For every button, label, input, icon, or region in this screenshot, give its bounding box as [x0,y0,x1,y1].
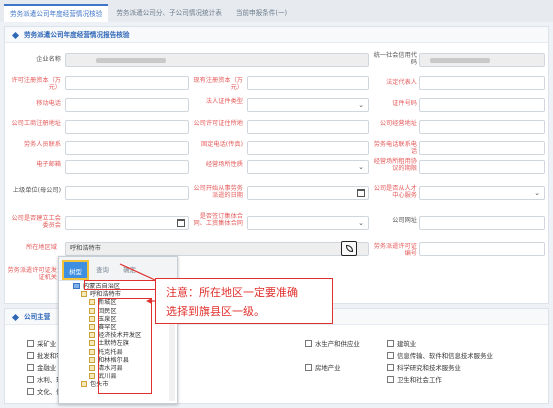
annotation-callout: 注意：所在地区一定要准确 选择到旗县区一级。 [155,278,333,324]
annotation-arrows [119,263,156,304]
